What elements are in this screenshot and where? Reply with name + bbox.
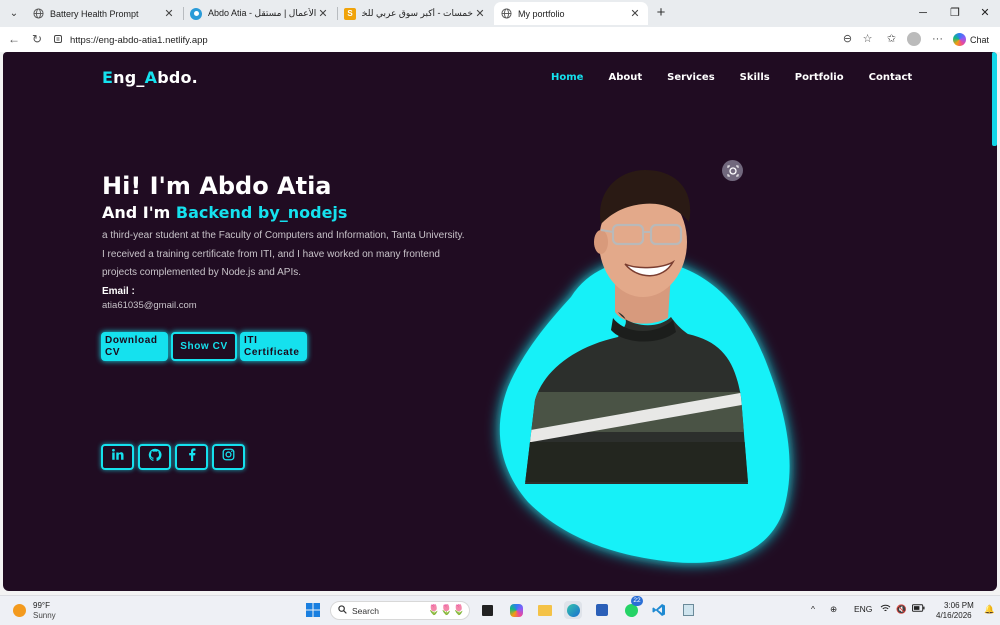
close-tab-icon[interactable]: ✕: [316, 7, 330, 20]
more-menu-icon[interactable]: ···: [929, 31, 946, 48]
favorite-star-icon[interactable]: ☆: [859, 31, 876, 48]
close-tab-icon[interactable]: ✕: [628, 7, 642, 20]
battery-icon[interactable]: [912, 604, 925, 614]
site-logo[interactable]: Eng_Abdo.: [102, 68, 198, 87]
nav-home[interactable]: Home: [551, 72, 583, 83]
language-indicator[interactable]: ENG: [854, 604, 872, 614]
globe-icon: [500, 8, 512, 20]
email-label: Email :: [102, 286, 135, 297]
globe-icon: [32, 8, 44, 20]
page-scrollbar[interactable]: [992, 52, 997, 591]
page-viewport: Eng_Abdo. Home About Services Skills Por…: [3, 52, 997, 591]
edge-browser-icon[interactable]: [564, 601, 582, 619]
show-cv-button[interactable]: Show CV: [171, 332, 237, 361]
hero-description: a third-year student at the Faculty of C…: [102, 230, 465, 278]
reading-mode-icon[interactable]: ⊖: [839, 31, 856, 48]
instagram-icon: [222, 448, 235, 466]
browser-tab-khamsat[interactable]: S خمسات - أكبر سوق عربي للخدمات ال ✕: [338, 2, 493, 25]
download-cv-button[interactable]: Download CV: [101, 332, 168, 361]
nav-contact[interactable]: Contact: [869, 72, 913, 83]
copilot-taskbar-icon[interactable]: [507, 601, 525, 619]
taskbar-search[interactable]: Search 🌷🌷🌷: [330, 601, 470, 620]
linkedin-link[interactable]: [101, 444, 134, 470]
window-close-icon[interactable]: ✕: [975, 4, 995, 22]
copilot-icon: [953, 33, 966, 46]
hero-portrait: [473, 142, 833, 582]
profile-avatar[interactable]: [907, 32, 921, 46]
search-placeholder: Search: [352, 605, 379, 616]
minimize-icon[interactable]: ─: [913, 4, 933, 22]
facebook-icon: [187, 448, 197, 466]
scrollbar-thumb[interactable]: [992, 52, 997, 146]
favorites-list-icon[interactable]: ✩: [883, 31, 900, 48]
site-nav: Home About Services Skills Portfolio Con…: [551, 72, 912, 83]
sun-weather-icon[interactable]: [13, 604, 26, 617]
site-info-icon[interactable]: [53, 34, 67, 46]
close-tab-icon[interactable]: ✕: [162, 7, 176, 20]
khamsat-icon: S: [344, 7, 356, 20]
back-arrow-icon[interactable]: ←: [5, 31, 23, 48]
file-explorer-icon[interactable]: [536, 601, 554, 619]
vscode-icon[interactable]: [650, 601, 668, 619]
clock-date[interactable]: 4/16/2026: [936, 611, 972, 620]
nav-portfolio[interactable]: Portfolio: [795, 72, 844, 83]
browser-tab-mostaql[interactable]: Abdo Atia - معرض الأعمال | مستقل ✕: [184, 2, 336, 25]
browser-toolbar: ← ↻ https://eng-abdo-atia1.netlify.app ⊖…: [0, 27, 1000, 52]
hero-title: Hi! I'm Abdo Atia: [102, 172, 332, 200]
network-globe-icon[interactable]: ⊕: [830, 604, 837, 615]
visual-search-icon[interactable]: [722, 160, 743, 181]
copilot-chat-button[interactable]: Chat: [953, 31, 989, 48]
show-hidden-icons-chevron-icon[interactable]: ^: [811, 604, 815, 614]
task-view-icon[interactable]: [478, 601, 496, 619]
instagram-link[interactable]: [212, 444, 245, 470]
weather-description[interactable]: Sunny: [33, 611, 56, 620]
tab-list-chevron-icon[interactable]: ⌄: [4, 4, 24, 22]
tab-title: My portfolio: [518, 8, 565, 19]
url-text: https://eng-abdo-atia1.netlify.app: [70, 34, 208, 46]
address-bar[interactable]: https://eng-abdo-atia1.netlify.app: [48, 30, 833, 50]
github-icon: [148, 448, 162, 467]
browser-tab-portfolio[interactable]: My portfolio ✕: [494, 2, 648, 25]
close-tab-icon[interactable]: ✕: [473, 7, 487, 20]
reload-icon[interactable]: ↻: [28, 31, 46, 48]
hero-role: Backend by_nodejs: [175, 203, 348, 222]
nav-services[interactable]: Services: [667, 72, 715, 83]
store-icon[interactable]: [593, 601, 611, 619]
github-link[interactable]: [138, 444, 171, 470]
notifications-bell-icon[interactable]: 🔔: [984, 604, 995, 615]
browser-tab-battery[interactable]: Battery Health Prompt ✕: [26, 2, 182, 25]
notepad-icon[interactable]: [679, 601, 697, 619]
tab-title: خمسات - أكبر سوق عربي للخدمات ال: [362, 8, 473, 18]
tab-title: Battery Health Prompt: [50, 8, 139, 19]
weather-temperature[interactable]: 99°F: [33, 601, 50, 610]
chat-label: Chat: [970, 34, 990, 45]
new-tab-plus-icon[interactable]: +: [652, 4, 670, 22]
iti-certificate-button[interactable]: ITI Certificate: [240, 332, 307, 361]
email-value: atia61035@gmail.com: [102, 300, 197, 311]
hero-subtitle: And I'm Backend by_nodejs: [102, 203, 348, 222]
browser-tab-strip: ⌄ Battery Health Prompt ✕ Abdo Atia - مع…: [0, 0, 1000, 27]
restore-icon[interactable]: ❐: [945, 4, 965, 22]
tulips-icon: 🌷🌷🌷: [427, 605, 465, 616]
linkedin-icon: [111, 448, 124, 466]
mostaql-icon: [190, 7, 202, 20]
nav-skills[interactable]: Skills: [740, 72, 770, 83]
windows-taskbar: 99°F Sunny Search 🌷🌷🌷 22 ^ ⊕ ENG 🔇 3:06 …: [0, 595, 1000, 625]
search-icon: [338, 604, 347, 617]
clock-time[interactable]: 3:06 PM: [944, 601, 974, 610]
whatsapp-badge: 22: [631, 596, 643, 606]
nav-about[interactable]: About: [608, 72, 642, 83]
windows-start-icon[interactable]: [304, 601, 322, 619]
facebook-link[interactable]: [175, 444, 208, 470]
volume-muted-icon[interactable]: 🔇: [896, 604, 907, 615]
wifi-icon[interactable]: [880, 604, 891, 615]
tab-title: Abdo Atia - معرض الأعمال | مستقل: [208, 8, 316, 18]
